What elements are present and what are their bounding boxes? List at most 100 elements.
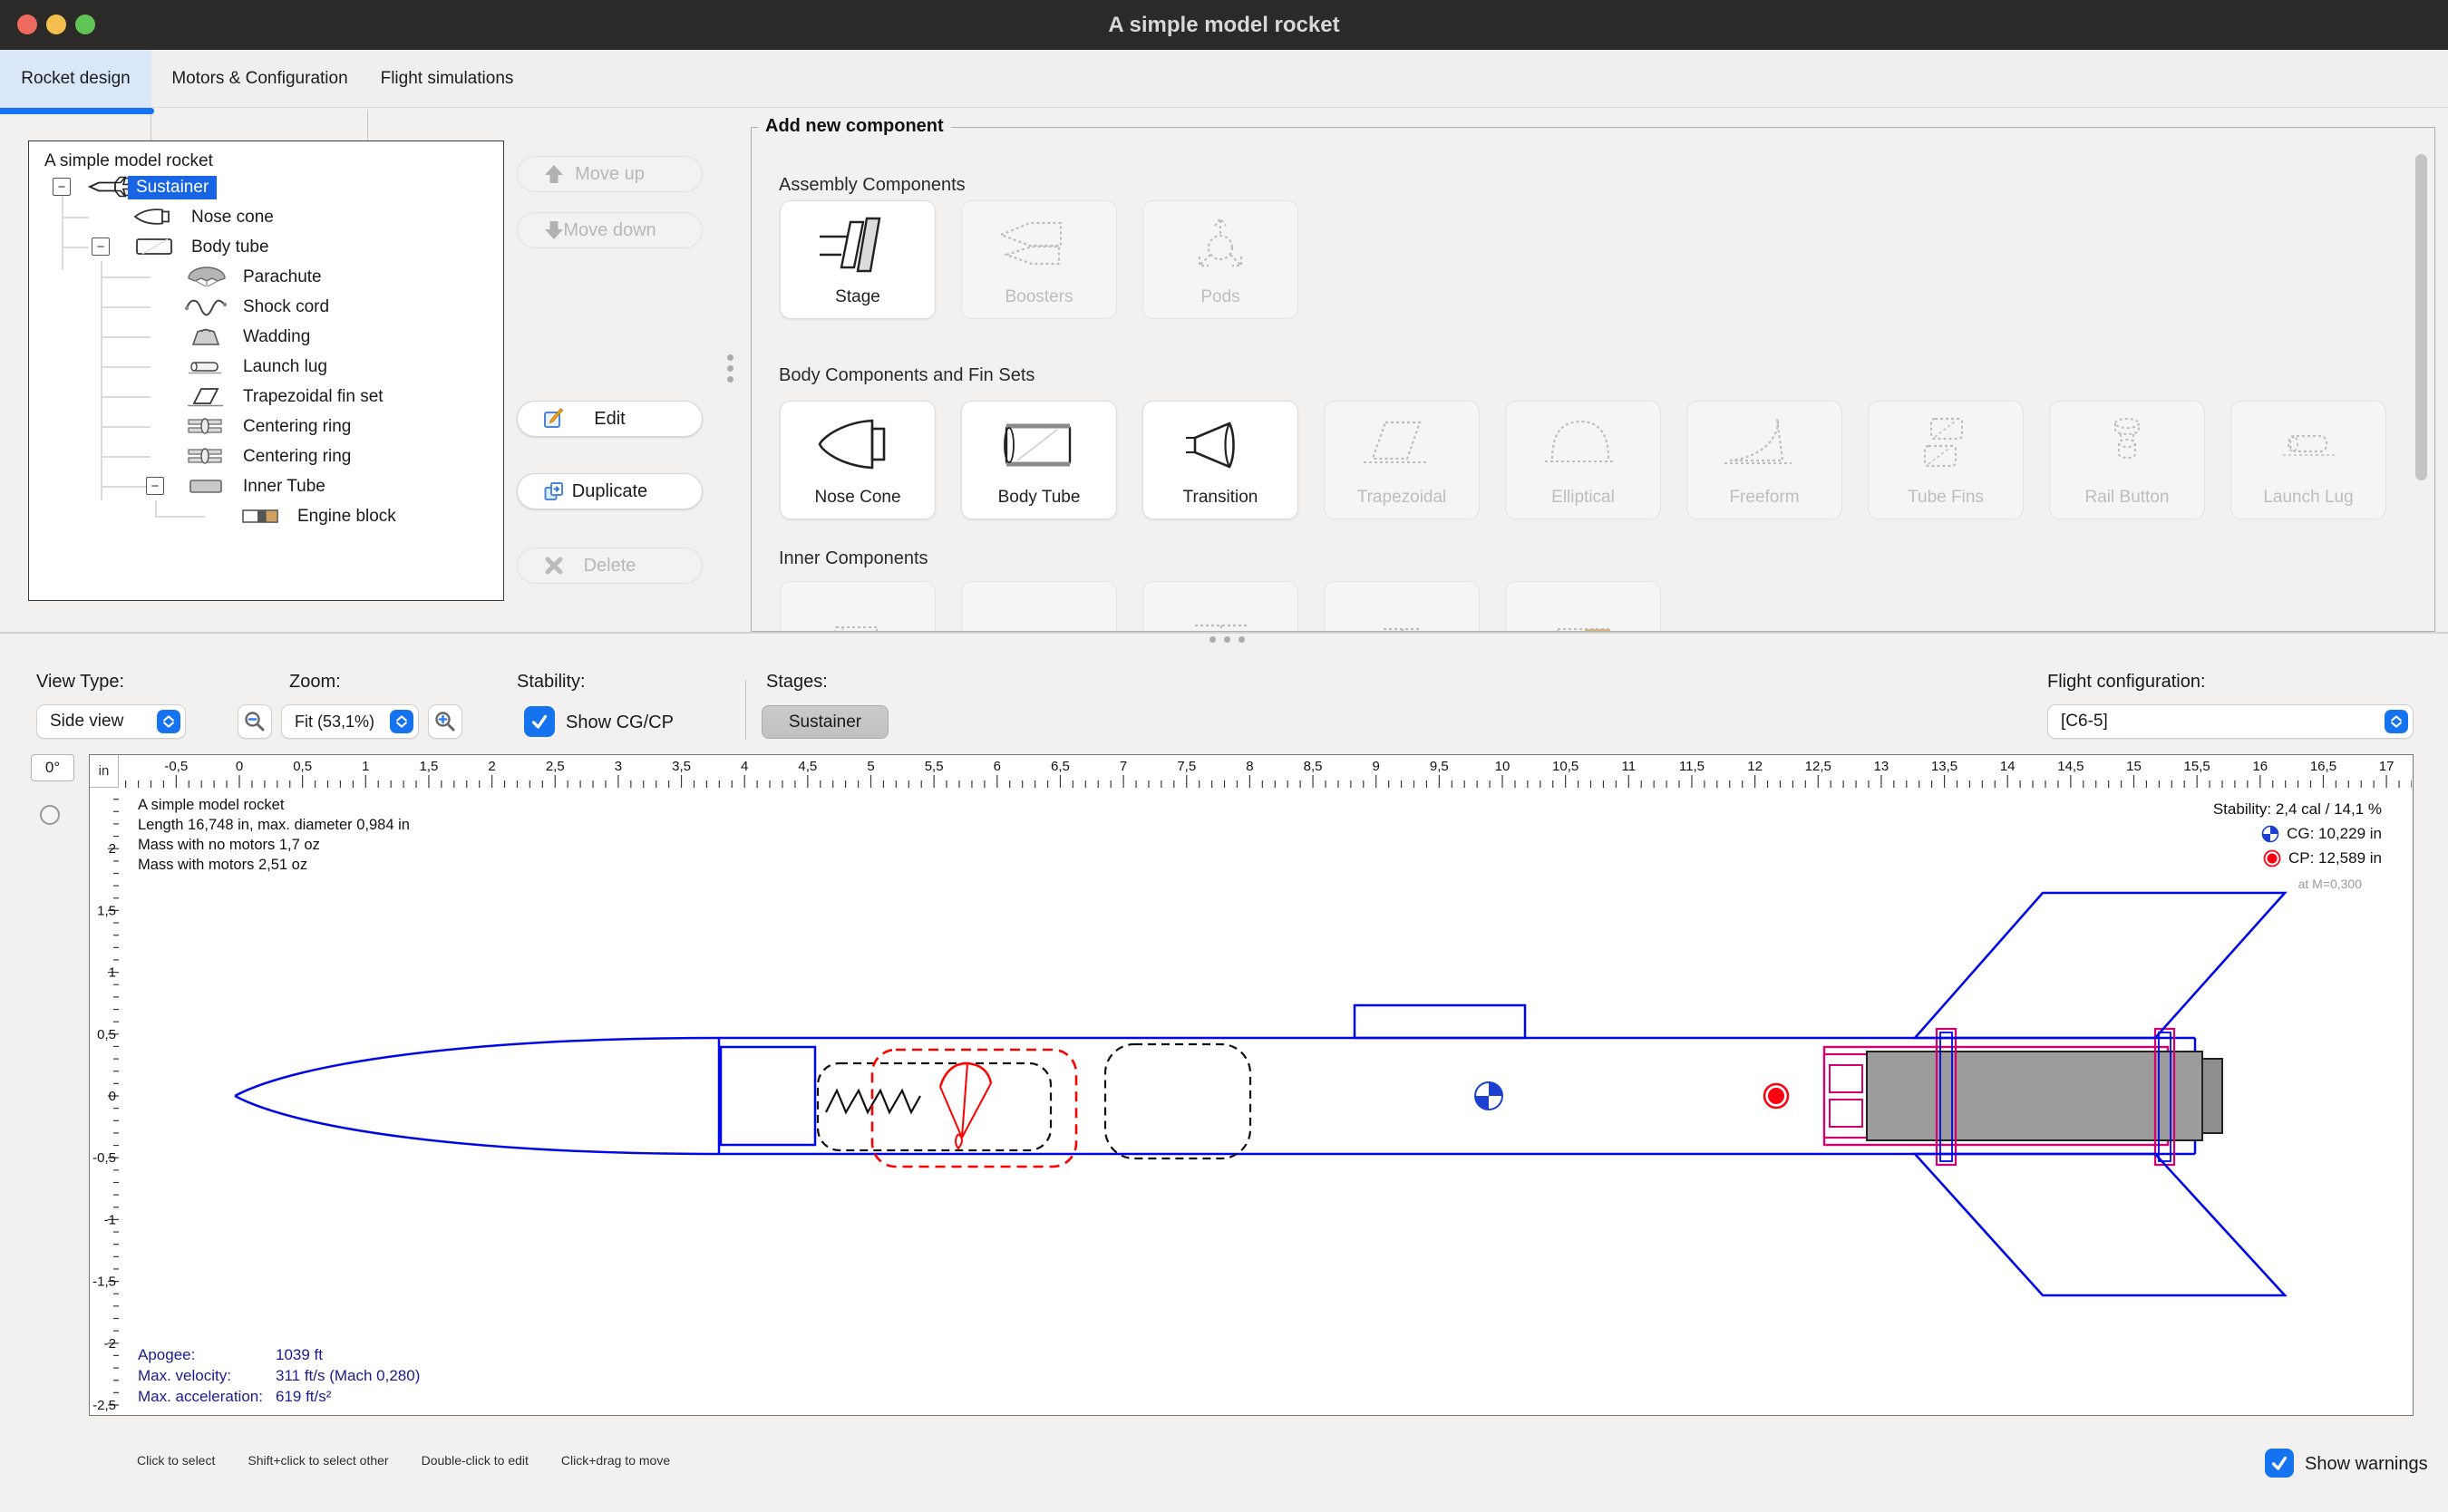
check-icon — [2268, 1452, 2290, 1474]
rocket-info: A simple model rocket Length 16,748 in, … — [138, 795, 410, 875]
centeringring-icon — [183, 413, 230, 439]
flight-stat-row: Max. acceleration:619 ft/s² — [138, 1386, 420, 1407]
tree-expander-sustainer[interactable]: − — [53, 178, 71, 196]
tree-item-centering-ring[interactable]: Centering ring — [239, 412, 355, 441]
component-tree[interactable]: A simple model rocket−SustainerNose cone… — [28, 141, 504, 601]
rotation-slider-knob[interactable] — [40, 805, 60, 825]
window-title: A simple model rocket — [0, 0, 2448, 50]
tree-item-wadding[interactable]: Wadding — [239, 322, 314, 352]
inner2-icon — [962, 582, 1116, 632]
flight-stat-label: Apogee: — [138, 1344, 276, 1365]
horizontal-drag-handle[interactable] — [1209, 636, 1245, 643]
zoom-select[interactable]: Fit (53,1%) — [281, 704, 419, 739]
tree-connector — [101, 396, 151, 398]
svg-text:-1,5: -1,5 — [92, 1275, 116, 1290]
motor-nozzle — [2202, 1059, 2222, 1133]
flight-stat-row: Max. velocity:311 ft/s (Mach 0,280) — [138, 1365, 420, 1386]
tree-item-label: Launch lug — [239, 355, 331, 379]
show-warnings-checkbox[interactable] — [2265, 1449, 2294, 1478]
nose-shoulder — [721, 1047, 815, 1145]
tab-rocket-design[interactable]: Rocket design — [0, 50, 151, 108]
tree-connector — [155, 516, 205, 518]
tree-item-nose-cone[interactable]: Nose cone — [188, 202, 277, 232]
show-cgcp-checkbox[interactable] — [524, 706, 555, 737]
tree-item-engine-block[interactable]: Engine block — [294, 501, 400, 531]
tree-item-label: Sustainer — [128, 176, 217, 199]
tab-motors-configuration[interactable]: Motors & Configuration — [151, 50, 368, 108]
card-label: Stage — [835, 287, 880, 318]
tree-item-centering-ring[interactable]: Centering ring — [239, 441, 355, 471]
centeringring-icon — [183, 443, 230, 469]
svg-text:-0,5: -0,5 — [164, 759, 188, 774]
add-nose-cone-card[interactable]: Nose Cone — [780, 401, 936, 519]
tree-connector — [62, 247, 89, 248]
info-length: Length 16,748 in, max. diameter 0,984 in — [138, 815, 410, 835]
tree-item-shock-cord[interactable]: Shock cord — [239, 292, 333, 322]
tree-item-launch-lug[interactable]: Launch lug — [239, 352, 331, 382]
svg-text:11: 11 — [1622, 759, 1637, 774]
stages-label: Stages: — [766, 672, 828, 693]
add-component-title: Add new component — [758, 116, 951, 137]
svg-text:12,5: 12,5 — [1805, 759, 1831, 774]
edit-button[interactable]: Edit — [517, 401, 703, 437]
tree-item-parachute[interactable]: Parachute — [239, 262, 325, 292]
panel-scrollbar[interactable] — [2415, 154, 2427, 480]
svg-text:7,5: 7,5 — [1177, 759, 1196, 774]
svg-text:17: 17 — [2379, 759, 2395, 774]
flight-config-label: Flight configuration: — [2047, 672, 2206, 693]
tab-flight-simulations[interactable]: Flight simulations — [368, 50, 526, 108]
rocket-drawing[interactable]: -0,500,511,522,533,544,555,566,577,588,5… — [90, 755, 2412, 1414]
horizontal-ruler: -0,500,511,522,533,544,555,566,577,588,5… — [126, 759, 2412, 788]
add-body-tube-card[interactable]: Body Tube — [961, 401, 1117, 519]
svg-text:2: 2 — [109, 841, 116, 857]
svg-text:8,5: 8,5 — [1304, 759, 1323, 774]
rocket-canvas[interactable]: -0,500,511,522,533,544,555,566,577,588,5… — [89, 754, 2414, 1416]
svg-text:0,5: 0,5 — [293, 759, 312, 774]
info-mass-motors: Mass with motors 2,51 oz — [138, 855, 410, 875]
svg-text:13: 13 — [1874, 759, 1889, 774]
engineblock-icon — [238, 503, 285, 528]
vertical-drag-handle[interactable] — [727, 350, 733, 387]
launch-lug-outline — [1355, 1005, 1525, 1038]
view-type-select[interactable]: Side view — [36, 704, 186, 739]
chevron-updown-icon — [2385, 710, 2408, 733]
svg-text:3,5: 3,5 — [672, 759, 691, 774]
svg-text:0: 0 — [109, 1089, 116, 1104]
tree-item-sustainer[interactable]: Sustainer — [128, 172, 217, 202]
svg-text:15,5: 15,5 — [2184, 759, 2210, 774]
tree-expander-body-tube[interactable]: − — [92, 237, 110, 256]
tree-item-body-tube[interactable]: Body tube — [188, 232, 273, 262]
horizontal-splitter[interactable] — [0, 632, 2448, 634]
tree-item-label: Nose cone — [188, 206, 277, 229]
tabbar-divider — [0, 107, 2448, 108]
duplicate-button[interactable]: Duplicate — [517, 473, 703, 509]
tree-connector — [101, 456, 151, 458]
card-label: Nose Cone — [814, 488, 900, 519]
zoom-out-button[interactable] — [238, 704, 272, 739]
tree-item-label: Inner Tube — [239, 475, 329, 499]
flight-config-select[interactable]: [C6-5] — [2047, 704, 2414, 739]
card-label: Boosters — [1005, 287, 1073, 318]
hint-text: Click to select — [137, 1453, 215, 1468]
tree-item-trapezoidal-fin-set[interactable]: Trapezoidal fin set — [239, 382, 387, 412]
add-transition-card[interactable]: Transition — [1142, 401, 1298, 519]
section-label: Inner Components — [779, 548, 928, 569]
stage-toggle-sustainer[interactable]: Sustainer — [762, 705, 889, 739]
info-name: A simple model rocket — [138, 795, 410, 815]
flight-stat-value: 311 ft/s (Mach 0,280) — [276, 1365, 420, 1386]
add-stage-card[interactable]: Stage — [780, 200, 936, 319]
hint-text: Shift+click to select other — [248, 1453, 388, 1468]
show-cgcp-label: Show CG/CP — [566, 712, 674, 733]
tree-item-label: Engine block — [294, 505, 400, 528]
zoom-in-button[interactable] — [428, 704, 462, 739]
trapezoidal-icon — [1325, 402, 1479, 488]
title-bar: A simple model rocket — [0, 0, 2448, 50]
tree-connector — [101, 426, 151, 428]
launchlug-icon — [183, 354, 230, 379]
add-inner-component-3-card — [1142, 581, 1298, 632]
tree-item-inner-tube[interactable]: Inner Tube — [239, 471, 329, 501]
tree-connector — [62, 196, 63, 270]
tree-expander-inner-tube[interactable]: − — [146, 477, 164, 495]
svg-text:1: 1 — [362, 759, 369, 774]
section-label: Body Components and Fin Sets — [779, 365, 1035, 386]
